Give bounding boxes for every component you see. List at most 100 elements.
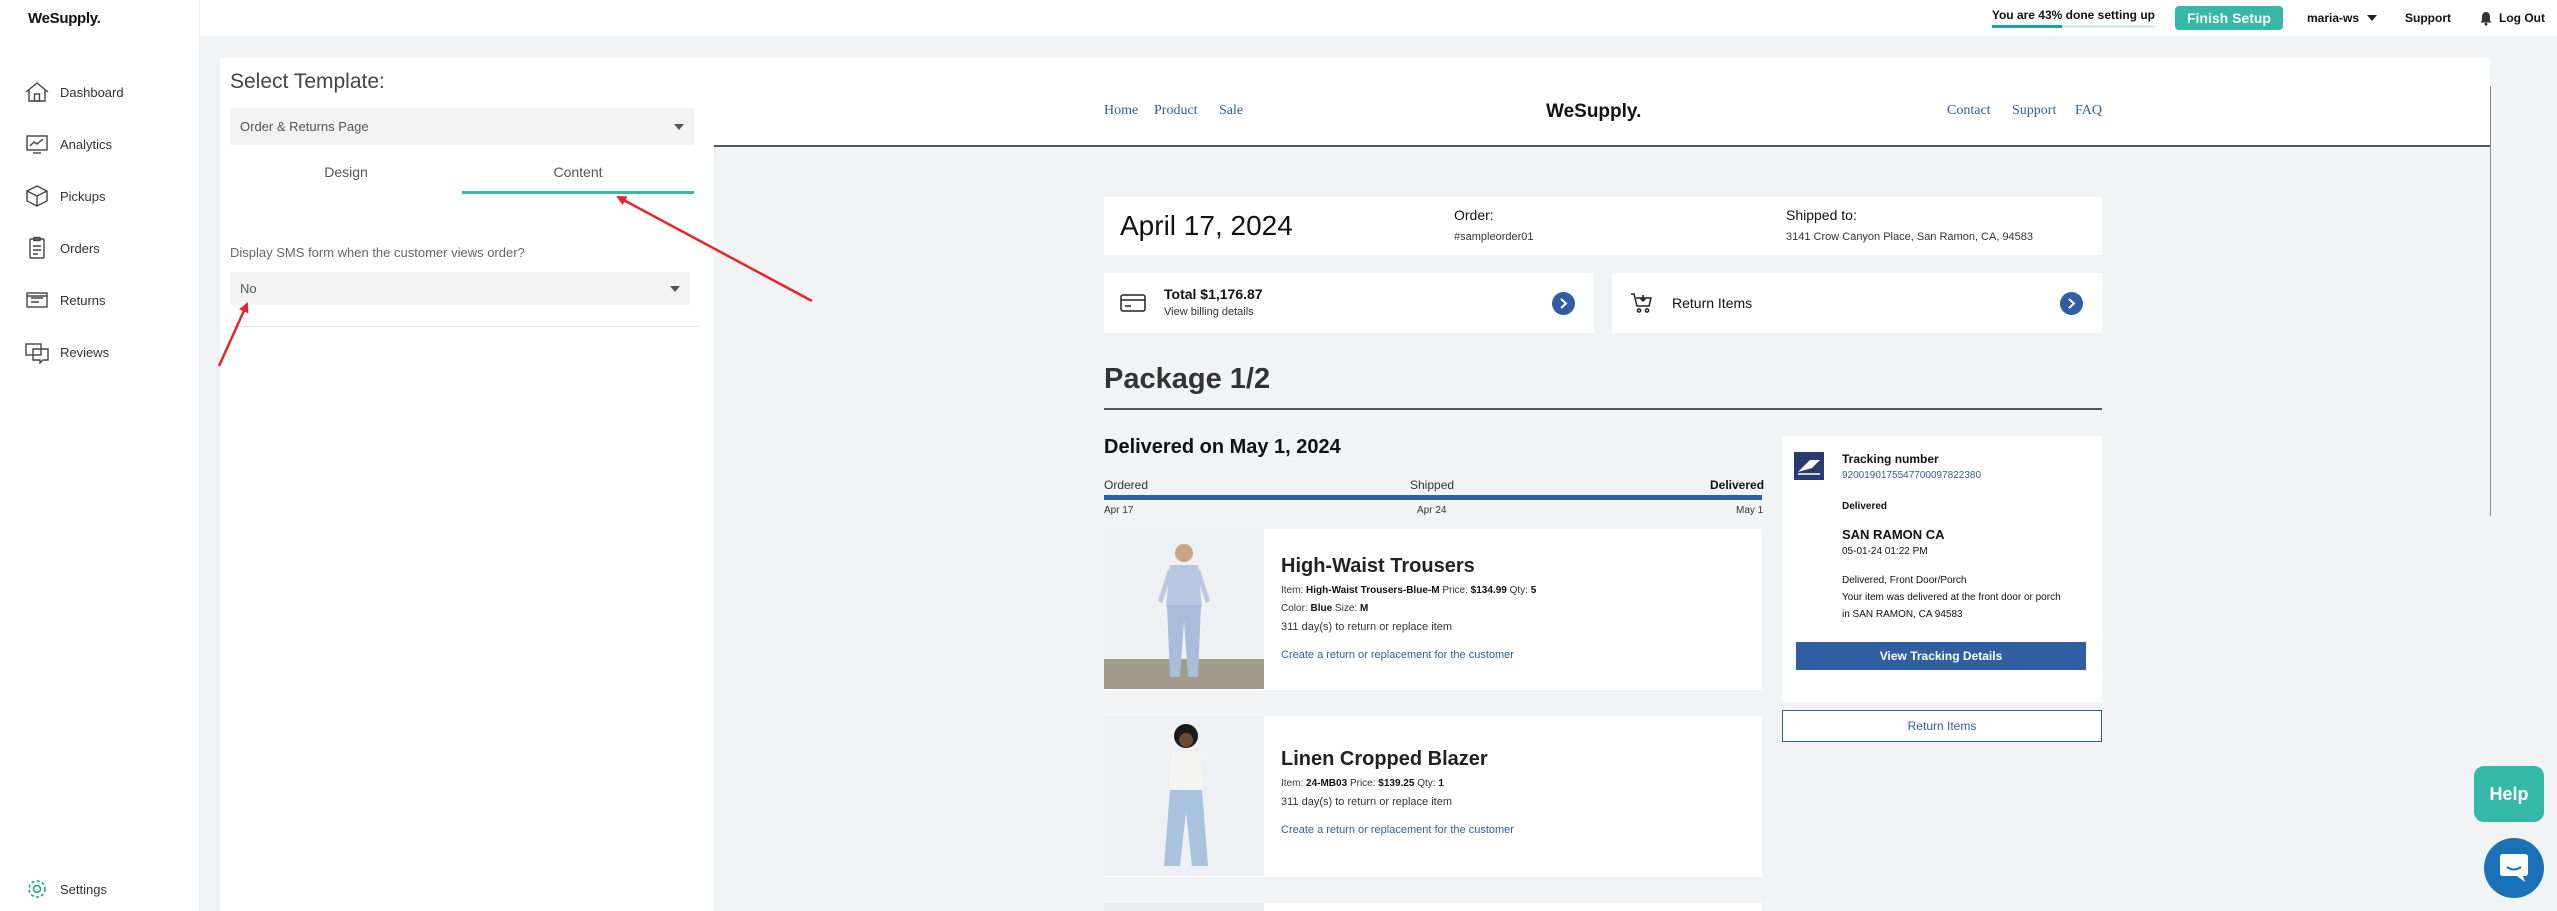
returns-icon [26,292,48,308]
sidebar-item-analytics[interactable]: Analytics [24,129,112,159]
product-image[interactable] [1104,716,1264,876]
item-size: M [1359,603,1369,614]
chevron-down-icon [2367,15,2378,21]
item-qty: 1 [1438,778,1444,789]
return-window: 311 day(s) to return or replace item [1281,621,1452,633]
sidebar-item-dashboard[interactable]: Dashboard [24,77,124,107]
setup-progress-text: You are 43% done setting up [1991,8,2155,22]
sms-form-select[interactable]: No [230,272,690,305]
help-button[interactable]: Help [2474,766,2544,822]
item-label: Item: [1281,585,1304,596]
delivered-title: Delivered on May 1, 2024 [1104,436,1341,458]
tracking-number[interactable]: 9200190175547700097822380 [1842,470,1981,481]
tracking-number-label: Tracking number [1842,452,1939,466]
create-return-link[interactable]: Create a return or replacement for the c… [1281,649,1514,661]
view-billing-details: View billing details [1164,306,1254,318]
billing-arrow-button[interactable] [1552,292,1575,315]
create-return-link[interactable]: Create a return or replacement for the c… [1281,824,1514,836]
tab-content[interactable]: Content [462,164,694,194]
setup-progress-track [1991,25,2155,28]
store-nav-contact[interactable]: Contact [1947,103,1991,119]
timeline-date-shipped: Apr 24 [1417,505,1447,516]
sidebar-item-label: Pickups [60,188,106,204]
logout-link[interactable]: Log Out [2479,11,2545,26]
chevron-down-icon [670,285,680,292]
user-menu[interactable]: maria-ws [2306,11,2378,25]
support-link[interactable]: Support [2405,11,2451,25]
tracking-timestamp: 05-01-24 01:22 PM [1842,546,1928,557]
user-name: maria-ws [2306,11,2360,25]
sidebar-item-label: Returns [60,292,106,308]
sidebar-item-orders[interactable]: Orders [24,233,100,263]
item-qty: 5 [1530,585,1537,596]
credit-card-icon [1120,294,1146,312]
shipped-to-label: Shipped to: [1786,207,1857,223]
package-title: Package 1/2 [1104,363,1271,395]
setup-progress[interactable]: You are 43% done setting up [1991,8,2155,28]
divider [230,326,700,327]
template-preview: Home Product Sale WeSupply. Contact Supp… [714,58,2491,911]
view-tracking-details-button[interactable]: View Tracking Details [1796,642,2086,670]
store-nav-home[interactable]: Home [1104,103,1138,119]
return-window: 311 day(s) to return or replace item [1281,796,1452,808]
store-nav-support[interactable]: Support [2012,103,2056,119]
order-total: Total $1,176.87 [1164,286,1263,302]
timeline-date-delivered: May 1 [1736,505,1764,516]
sidebar: WeSupply. Dashboard Analytics Pickups Or… [0,0,200,911]
store-nav-sale[interactable]: Sale [1219,103,1243,119]
sidebar-item-pickups[interactable]: Pickups [24,181,106,211]
shipped-to-address: 3141 Crow Canyon Place, San Ramon, CA, 9… [1786,231,2034,243]
tracking-detail: Delivered, Front Door/Porch [1842,575,1967,586]
store-nav-product[interactable]: Product [1154,103,1198,119]
analytics-icon [26,135,48,154]
product-title: Linen Cropped Blazer [1281,748,1488,770]
sidebar-item-label: Analytics [60,136,113,152]
sidebar-item-label: Dashboard [60,84,124,100]
tracking-city: SAN RAMON CA [1842,527,1945,542]
setup-progress-fill [1991,25,2062,28]
tab-design[interactable]: Design [230,164,462,194]
return-items-arrow-button[interactable] [2060,292,2083,315]
product-meta: Item: 24-MB03 Price: $139.25 Qty: 1 [1281,778,1444,789]
order-date: April 17, 2024 [1120,210,1293,241]
preview-scrollbar[interactable] [2490,86,2491,516]
color-label: Color: [1281,603,1308,614]
clipboard-icon [29,236,45,259]
product-image[interactable] [1104,529,1264,689]
tracking-detail: in SAN RAMON, CA 94583 [1842,609,1963,620]
product-meta: Item: High-Waist Trousers-Blue-M Price: … [1281,585,1536,596]
chat-button[interactable] [2484,838,2544,898]
chevron-down-icon [674,123,684,130]
product-card: High-Waist Trousers Item: High-Waist Tro… [1104,529,1762,690]
store-nav-faq[interactable]: FAQ [2075,103,2102,119]
item-color: Blue [1310,603,1333,614]
billing-card[interactable]: Total $1,176.87 View billing details [1104,273,1594,333]
return-items-button[interactable]: Return Items [1782,710,2102,742]
product-card [1104,903,1762,911]
sidebar-item-reviews[interactable]: Reviews [24,337,109,367]
panel-title: Select Template: [230,70,385,93]
price-label: Price: [1442,585,1468,596]
timeline-bar [1104,495,1762,500]
box-icon [26,185,48,207]
product-attributes: Color: Blue Size: M [1281,603,1368,614]
app-logo[interactable]: WeSupply. [28,10,101,27]
sidebar-item-label: Settings [60,881,107,897]
sms-form-select-value: No [240,281,257,296]
item-price: $139.25 [1378,778,1415,789]
price-label: Price: [1349,778,1376,789]
chat-bubble-icon [2500,854,2528,882]
store-logo[interactable]: WeSupply. [1546,101,1641,123]
finish-setup-button[interactable]: Finish Setup [2174,6,2283,30]
template-settings-panel: Select Template: Order & Returns Page De… [220,58,714,911]
order-label: Order: [1454,207,1494,223]
item-price: $134.99 [1470,585,1507,596]
sidebar-item-label: Reviews [60,344,110,360]
item-label: Item: [1281,778,1304,789]
sidebar-item-returns[interactable]: Returns [24,285,106,315]
sidebar-item-settings[interactable]: Settings [24,874,107,904]
return-items-card[interactable]: Return Items [1612,273,2102,333]
app-root: WeSupply. Dashboard Analytics Pickups Or… [0,0,2557,911]
tracking-status: Delivered [1842,501,1888,512]
template-select[interactable]: Order & Returns Page [230,108,694,145]
